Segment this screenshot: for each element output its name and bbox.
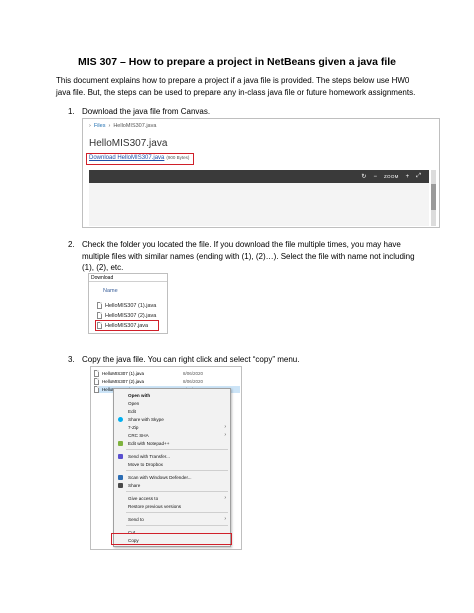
rotate-icon[interactable]: ↻ [361, 173, 366, 180]
file-name: HelloMIS307 (1).java [102, 371, 145, 376]
menu-item-send-to[interactable]: Send to › [114, 515, 230, 523]
breadcrumb-current-file: HelloMIS307.java [113, 123, 157, 129]
step-number: 3. [68, 355, 75, 364]
step-text: Download the java file from Canvas. [82, 107, 211, 116]
step-3: 3. Copy the java file. You can right cli… [56, 354, 426, 366]
java-file-icon [97, 302, 102, 309]
menu-item-label: Open with [128, 392, 151, 398]
zoom-in-icon[interactable]: + [406, 174, 410, 180]
menu-item-notepad[interactable]: Edit with Notepad++ [114, 439, 230, 447]
java-file-icon [94, 370, 99, 377]
menu-item-label: Give access to [128, 495, 159, 501]
submenu-arrow-icon: › [224, 424, 226, 430]
canvas-file-screenshot: › Files › HelloMIS307.java HelloMIS307.j… [82, 118, 440, 228]
menu-item-defender[interactable]: Scan with Windows Defender... [114, 473, 230, 481]
notepad-icon [118, 440, 123, 446]
share-icon [118, 482, 123, 488]
download-highlight-box [86, 153, 194, 165]
intro-paragraph: This document explains how to prepare a … [56, 76, 416, 97]
folder-path: Download [89, 274, 167, 282]
menu-item-label: Send with Transfer... [128, 453, 170, 459]
menu-item-restore[interactable]: Restore previous versions [114, 502, 230, 510]
menu-item-label: 7-Zip [128, 424, 139, 430]
zoom-out-icon[interactable]: − [373, 174, 377, 180]
file-name: HelloMIS307 (1).java [105, 302, 157, 309]
step-number: 1. [68, 107, 75, 116]
file-date: 8/06/2020 [183, 371, 204, 376]
submenu-arrow-icon: › [224, 432, 226, 438]
menu-item-share[interactable]: Share [114, 481, 230, 489]
menu-item-dropbox[interactable]: Move to Dropbox [114, 460, 230, 468]
breadcrumb-files-link[interactable]: Files [94, 123, 106, 129]
file-name: HelloMIS307 (2).java [105, 312, 157, 319]
menu-item-label: Move to Dropbox [128, 461, 163, 467]
menu-separator [126, 512, 228, 513]
context-menu-screenshot: HelloMIS307 (1).java 8/06/2020 HelloMIS3… [90, 366, 242, 550]
menu-item-crc-sha[interactable]: CRC SHA › [114, 431, 230, 439]
chevron-right-icon: › [89, 123, 91, 129]
menu-item-label: Edit with Notepad++ [128, 440, 170, 446]
menu-item-label: Share [128, 482, 141, 488]
context-menu: Open with Open Edit Share with Skype 7-Z… [113, 388, 231, 547]
copy-highlight-box [111, 533, 232, 545]
menu-item-label: Scan with Windows Defender... [128, 474, 192, 480]
menu-separator [126, 491, 228, 492]
step-2: 2. Check the folder you located the file… [56, 239, 426, 274]
fullscreen-icon[interactable]: ⤢ [416, 173, 421, 180]
download-folder-screenshot: Download Name HelloMIS307 (1).java Hello… [88, 273, 168, 334]
transfer-icon [118, 453, 123, 459]
menu-item-label: CRC SHA [128, 432, 149, 438]
file-date: 8/06/2020 [183, 379, 204, 384]
step-number: 2. [68, 240, 75, 249]
file-name: HelloMIS307 (2).java [102, 379, 145, 384]
menu-separator [126, 470, 228, 471]
file-row[interactable]: HelloMIS307 (1).java 8/06/2020 [94, 370, 240, 377]
zoom-label: ZOOM [383, 174, 399, 179]
menu-item-open[interactable]: Open [114, 399, 230, 407]
step-text: Check the folder you located the file. I… [82, 240, 415, 272]
menu-item-send-transfer[interactable]: Send with Transfer... [114, 452, 230, 460]
preview-toolbar: ↻ − ZOOM + ⤢ [89, 170, 429, 183]
file-row[interactable]: HelloMIS307 (1).java [97, 302, 156, 309]
file-preview-viewer: ↻ − ZOOM + ⤢ [89, 170, 429, 226]
page-title: MIS 307 – How to prepare a project in Ne… [77, 56, 397, 68]
submenu-arrow-icon: › [224, 495, 226, 501]
menu-item-label: Open [128, 400, 140, 406]
name-column-header[interactable]: Name [103, 288, 118, 294]
breadcrumb: › Files › HelloMIS307.java [89, 123, 156, 129]
step-1: 1. Download the java file from Canvas. [56, 106, 426, 118]
file-title: HelloMIS307.java [89, 138, 168, 149]
chevron-right-icon: › [108, 123, 111, 129]
submenu-arrow-icon: › [224, 516, 226, 522]
menu-item-open-with[interactable]: Open with [114, 391, 230, 399]
file-row[interactable]: HelloMIS307 (2).java [97, 312, 156, 319]
menu-item-edit[interactable]: Edit [114, 407, 230, 415]
file-row[interactable]: HelloMIS307 (2).java 8/06/2020 [94, 378, 240, 385]
menu-item-give-access[interactable]: Give access to › [114, 494, 230, 502]
menu-item-label: Share with Skype [128, 416, 164, 422]
scrollbar[interactable] [431, 170, 436, 226]
menu-item-share-skype[interactable]: Share with Skype [114, 415, 230, 423]
step-text: Copy the java file. You can right click … [82, 355, 300, 364]
java-file-icon [94, 386, 99, 393]
menu-item-label: Restore previous versions [128, 503, 182, 509]
menu-item-label: Edit [128, 408, 136, 414]
defender-shield-icon [118, 474, 123, 480]
scrollbar-thumb[interactable] [431, 184, 436, 210]
menu-separator [126, 449, 228, 450]
menu-separator [126, 525, 228, 526]
menu-item-7zip[interactable]: 7-Zip › [114, 423, 230, 431]
java-file-icon [94, 378, 99, 385]
java-file-icon [97, 312, 102, 319]
menu-item-label: Send to [128, 516, 144, 522]
selected-file-highlight-box [95, 320, 159, 331]
skype-icon [118, 416, 123, 422]
